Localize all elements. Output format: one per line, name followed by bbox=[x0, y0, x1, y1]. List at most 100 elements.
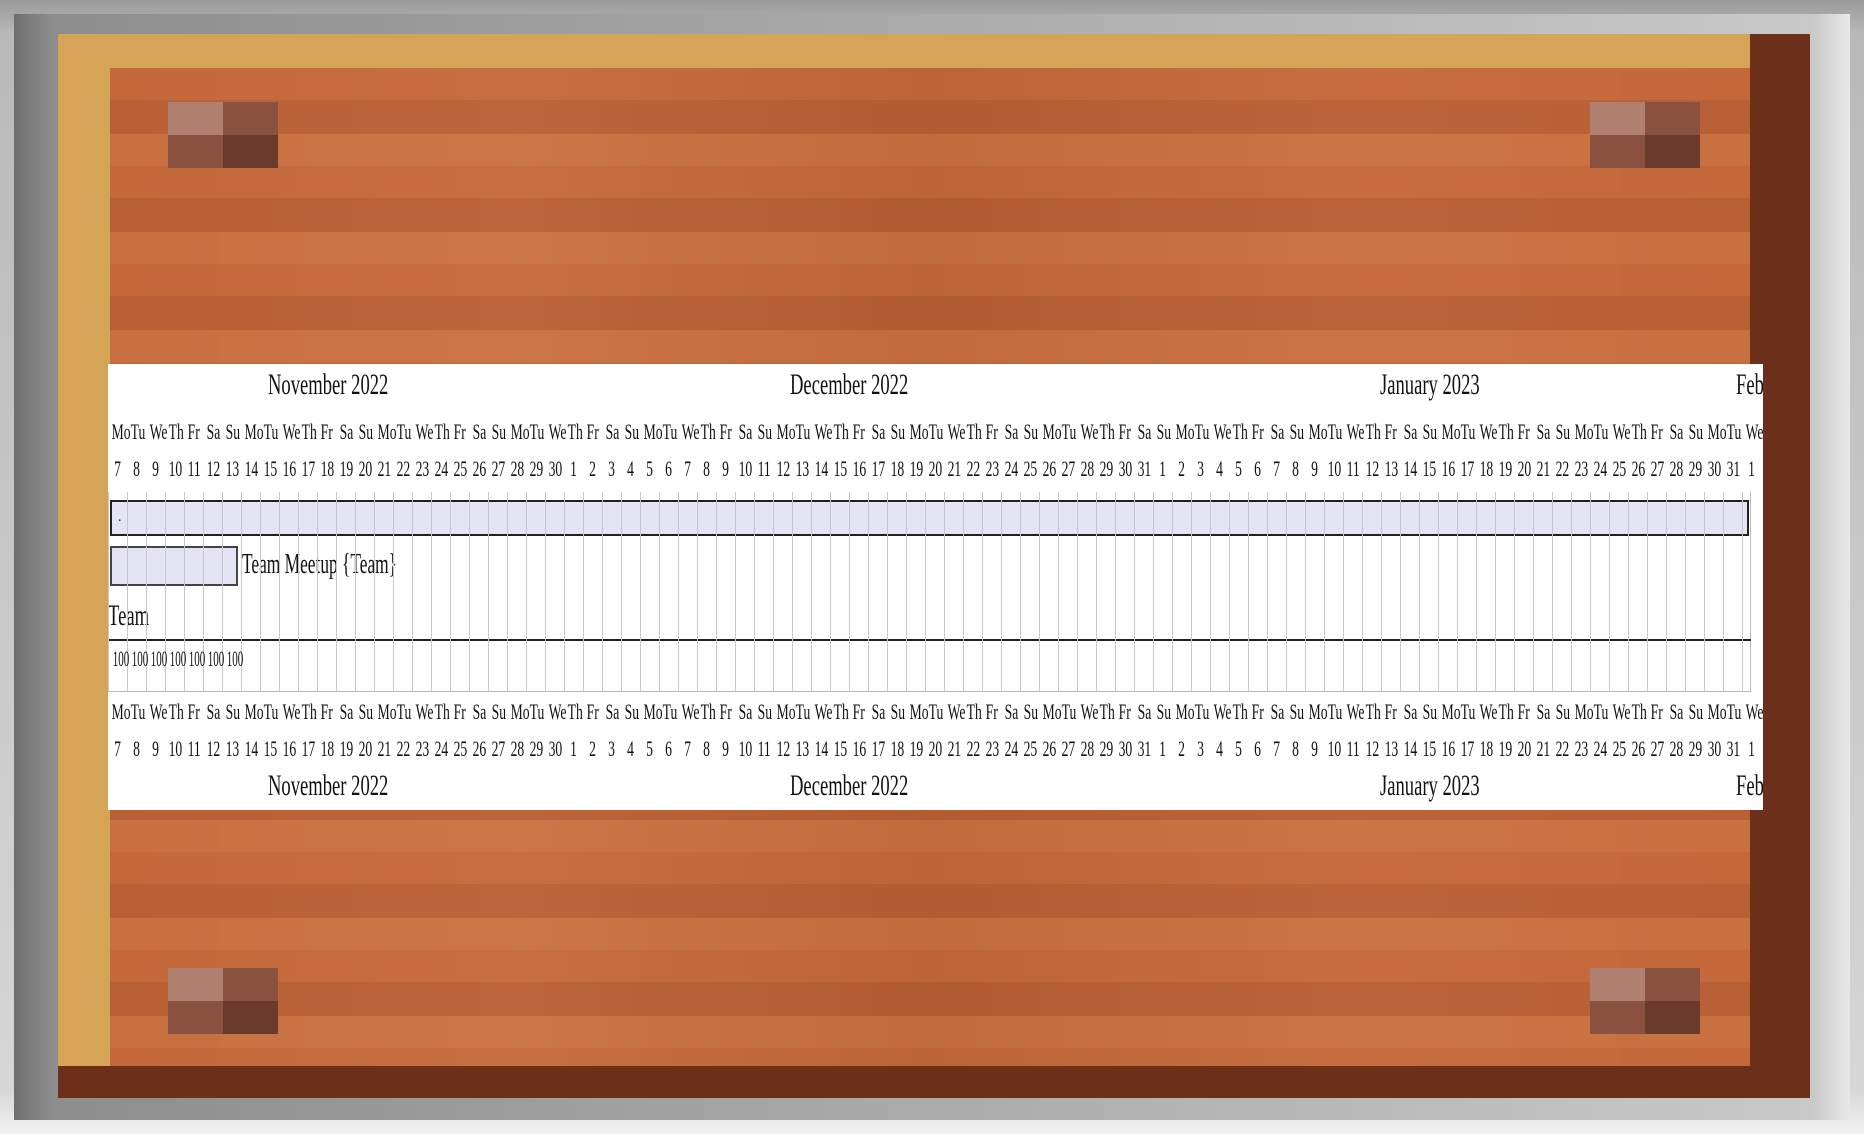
day-number: 4 bbox=[627, 456, 634, 481]
day-name: Tu bbox=[529, 699, 545, 724]
day-name: Mo bbox=[377, 419, 397, 444]
day-name: Su bbox=[1289, 699, 1305, 724]
day-name: Mo bbox=[244, 699, 264, 724]
day-name: Mo bbox=[909, 699, 929, 724]
day-gridline bbox=[1134, 492, 1135, 692]
day-name: Fr bbox=[586, 419, 599, 444]
day-name: Su bbox=[757, 419, 773, 444]
resource-load-value: 100 bbox=[131, 646, 149, 671]
day-gridline bbox=[716, 492, 717, 692]
day-number: 4 bbox=[627, 736, 634, 761]
day-name: Su bbox=[624, 699, 640, 724]
day-number: 4 bbox=[1216, 736, 1223, 761]
day-number: 12 bbox=[1365, 456, 1380, 481]
day-name: Fr bbox=[852, 419, 865, 444]
day-number: 27 bbox=[491, 456, 506, 481]
day-name: Tu bbox=[263, 699, 279, 724]
day-number: 7 bbox=[114, 456, 121, 481]
day-number: 3 bbox=[608, 456, 615, 481]
day-name: Sa bbox=[1004, 419, 1019, 444]
day-number: 10 bbox=[168, 456, 183, 481]
day-number: 26 bbox=[1631, 736, 1646, 761]
day-name: Fr bbox=[1384, 699, 1397, 724]
day-name: Mo bbox=[244, 419, 264, 444]
task-bar-team-meetup[interactable] bbox=[110, 546, 238, 586]
day-name: Mo bbox=[1441, 699, 1461, 724]
day-number: 13 bbox=[795, 456, 810, 481]
day-number: 29 bbox=[1688, 456, 1703, 481]
day-name: Sa bbox=[1536, 419, 1551, 444]
day-number: 5 bbox=[646, 456, 653, 481]
day-number: 24 bbox=[1004, 456, 1019, 481]
day-gridline bbox=[830, 492, 831, 692]
day-name: Mo bbox=[776, 699, 796, 724]
day-name: Sa bbox=[871, 419, 886, 444]
day-gridline bbox=[621, 492, 622, 692]
day-name: Su bbox=[1555, 699, 1571, 724]
resource-load-value: 100 bbox=[226, 646, 244, 671]
day-name: We bbox=[282, 419, 301, 444]
day-gridline bbox=[906, 492, 907, 692]
day-name: Fr bbox=[320, 419, 333, 444]
day-name: Tu bbox=[662, 419, 678, 444]
day-gridline bbox=[1723, 492, 1724, 692]
day-number: 6 bbox=[665, 736, 672, 761]
day-number: 24 bbox=[1593, 456, 1608, 481]
day-name: Th bbox=[1631, 419, 1647, 444]
day-name: Fr bbox=[852, 699, 865, 724]
day-number: 16 bbox=[282, 456, 297, 481]
day-number: 7 bbox=[684, 456, 691, 481]
day-name: Th bbox=[1232, 699, 1248, 724]
day-gridline bbox=[1020, 492, 1021, 692]
day-number: 19 bbox=[339, 456, 354, 481]
day-number: 19 bbox=[909, 736, 924, 761]
day-name: Th bbox=[1365, 419, 1381, 444]
day-name: Su bbox=[1156, 699, 1172, 724]
day-gridline bbox=[526, 492, 527, 692]
day-gridline bbox=[1514, 492, 1515, 692]
day-name: Tu bbox=[1327, 699, 1343, 724]
day-name: Mo bbox=[909, 419, 929, 444]
day-name: We bbox=[947, 419, 966, 444]
day-name: Sa bbox=[1137, 699, 1152, 724]
day-gridline bbox=[1058, 492, 1059, 692]
day-name: Sa bbox=[206, 699, 221, 724]
day-name: Fr bbox=[1118, 419, 1131, 444]
day-gridline bbox=[1191, 492, 1192, 692]
day-number: 9 bbox=[152, 456, 159, 481]
day-name: Tu bbox=[1327, 419, 1343, 444]
day-name: Su bbox=[624, 419, 640, 444]
day-number: 20 bbox=[1517, 736, 1532, 761]
day-name: Sa bbox=[1403, 699, 1418, 724]
day-number: 20 bbox=[928, 736, 943, 761]
day-gridline bbox=[811, 492, 812, 692]
day-name: Th bbox=[1232, 419, 1248, 444]
resource-load-value: 100 bbox=[207, 646, 225, 671]
day-name: We bbox=[149, 699, 168, 724]
day-number: 28 bbox=[1669, 456, 1684, 481]
day-number: 5 bbox=[646, 736, 653, 761]
day-gridline bbox=[1438, 492, 1439, 692]
day-number: 19 bbox=[1498, 456, 1513, 481]
day-gridline bbox=[412, 492, 413, 692]
day-number: 1 bbox=[570, 456, 577, 481]
day-number: 18 bbox=[1479, 736, 1494, 761]
day-name: Su bbox=[1688, 419, 1704, 444]
day-name: Fr bbox=[985, 419, 998, 444]
day-number: 2 bbox=[1178, 736, 1185, 761]
day-gridline bbox=[1666, 492, 1667, 692]
day-name: We bbox=[548, 419, 567, 444]
day-number: 14 bbox=[244, 456, 259, 481]
day-number: 11 bbox=[187, 456, 201, 481]
day-number: 11 bbox=[757, 456, 771, 481]
day-name: Th bbox=[1365, 699, 1381, 724]
day-number: 6 bbox=[1254, 456, 1261, 481]
day-name: We bbox=[1346, 419, 1365, 444]
day-number: 28 bbox=[510, 456, 525, 481]
day-number: 21 bbox=[377, 736, 392, 761]
day-name: Th bbox=[434, 699, 450, 724]
day-name: Mo bbox=[1175, 419, 1195, 444]
day-name: We bbox=[681, 699, 700, 724]
day-name: Mo bbox=[377, 699, 397, 724]
day-number: 26 bbox=[472, 456, 487, 481]
